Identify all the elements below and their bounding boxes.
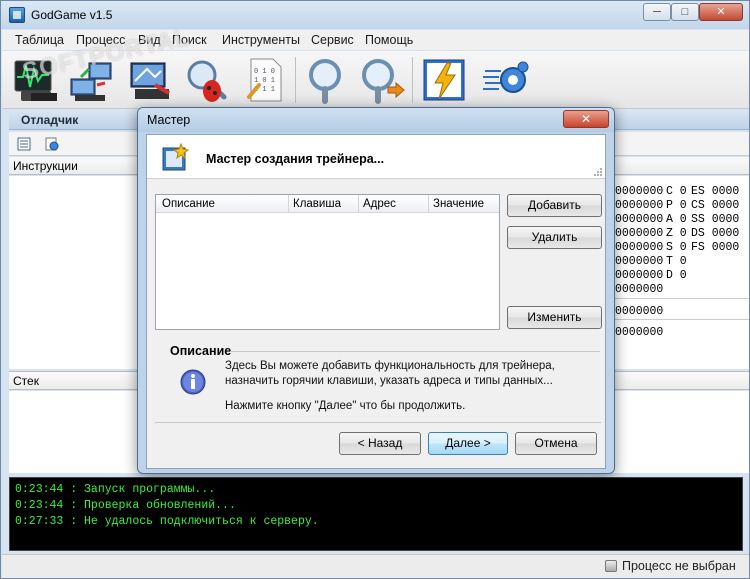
cancel-button[interactable]: Отмена bbox=[515, 432, 597, 455]
menu-help[interactable]: Помощь bbox=[365, 33, 413, 47]
menu-bar: Таблица Процесс Вид Поиск Инструменты Се… bbox=[2, 30, 749, 50]
status-text: Процесс не выбран bbox=[622, 559, 736, 573]
log-console[interactable]: 0:23:44 : Запуск программы... 0:23:44 : … bbox=[9, 477, 743, 551]
title-bar[interactable]: GodGame v1.5 ─ □ ✕ bbox=[1, 1, 749, 29]
column-key[interactable]: Клавиша bbox=[293, 198, 341, 210]
description-title: Описание bbox=[170, 344, 232, 358]
description-divider bbox=[230, 351, 600, 352]
main-window: GodGame v1.5 ─ □ ✕ Таблица Процесс Вид П… bbox=[0, 0, 750, 579]
register-row: 0000000 T 0 bbox=[615, 255, 687, 268]
menu-search[interactable]: Поиск bbox=[172, 33, 207, 47]
menu-process[interactable]: Процесс bbox=[76, 33, 125, 47]
list-view-icon[interactable] bbox=[17, 137, 31, 151]
column-address[interactable]: Адрес bbox=[363, 198, 396, 210]
close-button[interactable]: ✕ bbox=[699, 3, 743, 21]
wizard-icon bbox=[159, 142, 191, 174]
dialog-body: Мастер создания трейнера... Описание Кла… bbox=[146, 134, 606, 469]
register-row: 0000000 D 0 bbox=[615, 269, 687, 282]
remove-button[interactable]: Удалить bbox=[507, 226, 602, 249]
register-divider bbox=[613, 319, 749, 320]
wizard-header: Мастер создания трейнера... bbox=[206, 152, 385, 166]
svg-text:1 0 1: 1 0 1 bbox=[254, 77, 275, 85]
register-row: 0000000 S 0 FS 0000 bbox=[615, 241, 740, 254]
column-value[interactable]: Значение bbox=[433, 198, 484, 210]
register-divider bbox=[613, 298, 749, 299]
description-line: Здесь Вы можете добавить функциональност… bbox=[225, 360, 555, 372]
description-line: Нажмите кнопку "Далее" что бы продолжить… bbox=[225, 400, 466, 412]
menu-service[interactable]: Сервис bbox=[311, 33, 354, 47]
register-row: 0000000 bbox=[615, 283, 664, 296]
network-connect-icon[interactable] bbox=[67, 55, 117, 105]
trainer-items-list[interactable]: Описание Клавиша Адрес Значение bbox=[155, 194, 500, 330]
toolbar-separator bbox=[412, 57, 413, 103]
svg-text:0 1 0: 0 1 0 bbox=[254, 68, 275, 76]
register-row: 0000000 P 0 CS 0000 bbox=[615, 199, 740, 212]
registers-panel: 0000000 C 0 ES 0000 0000000 P 0 CS 0000 0000… bbox=[613, 176, 749, 369]
footer-divider bbox=[155, 422, 601, 423]
app-icon bbox=[9, 7, 25, 23]
toolbar-separator bbox=[295, 57, 296, 103]
minimize-button[interactable]: ─ bbox=[643, 3, 671, 21]
dialog-close-button[interactable]: ✕ bbox=[563, 110, 609, 128]
trainer-lightning-icon[interactable] bbox=[419, 55, 469, 105]
column-description[interactable]: Описание bbox=[162, 198, 215, 210]
log-line: 0:27:33 : Не удалось подключиться к серв… bbox=[15, 515, 319, 528]
register-row: 0000000 A 0 SS 0000 bbox=[615, 213, 740, 226]
settings-gears-icon[interactable] bbox=[481, 55, 531, 105]
dialog-title: Мастер bbox=[147, 113, 191, 127]
menu-table[interactable]: Таблица bbox=[15, 33, 64, 47]
register-row: 0000000 bbox=[615, 305, 664, 318]
edit-button[interactable]: Изменить bbox=[507, 306, 602, 329]
menu-tools[interactable]: Инструменты bbox=[222, 33, 300, 47]
maximize-button[interactable]: □ bbox=[671, 3, 699, 21]
menu-view[interactable]: Вид bbox=[138, 33, 161, 47]
info-icon bbox=[179, 368, 207, 396]
instructions-label: Инструкции bbox=[13, 159, 78, 173]
dialog-title-bar[interactable]: Мастер ✕ bbox=[138, 108, 614, 132]
description-line: назначить горячии клавиши, указать адрес… bbox=[225, 375, 553, 387]
binary-file-icon[interactable]: 0 1 01 0 10 1 1 bbox=[241, 55, 291, 105]
stack-label: Стек bbox=[13, 374, 39, 388]
wizard-banner: Мастер создания трейнера... bbox=[147, 135, 605, 179]
add-button[interactable]: Добавить bbox=[507, 194, 602, 217]
next-button[interactable]: Далее > bbox=[428, 432, 508, 455]
debug-bug-icon[interactable] bbox=[182, 55, 232, 105]
main-toolbar: 0 1 01 0 10 1 1 bbox=[2, 51, 749, 109]
register-row: 0000000 C 0 ES 0000 bbox=[615, 185, 740, 198]
status-bar: Процесс не выбран bbox=[2, 554, 749, 578]
settings-small-icon[interactable] bbox=[45, 137, 59, 151]
log-line: 0:23:44 : Запуск программы... bbox=[15, 483, 216, 496]
wizard-dialog: Мастер ✕ Мастер создания трейнера... Опи… bbox=[137, 107, 615, 474]
waveform-monitor-icon[interactable] bbox=[11, 55, 61, 105]
resize-grip-icon bbox=[591, 166, 603, 176]
back-button[interactable]: < Назад bbox=[339, 432, 421, 455]
debugger-panel-title: Отладчик bbox=[21, 113, 79, 127]
search-next-icon[interactable] bbox=[356, 55, 406, 105]
app-title: GodGame v1.5 bbox=[31, 8, 113, 22]
status-indicator-icon bbox=[605, 560, 617, 572]
process-list-icon[interactable] bbox=[125, 55, 175, 105]
list-header: Описание Клавиша Адрес Значение bbox=[156, 195, 499, 213]
log-line: 0:23:44 : Проверка обновлений... bbox=[15, 499, 236, 512]
register-row: 0000000 bbox=[615, 326, 664, 339]
search-magnifier-icon[interactable] bbox=[301, 55, 351, 105]
register-row: 0000000 Z 0 DS 0000 bbox=[615, 227, 740, 240]
